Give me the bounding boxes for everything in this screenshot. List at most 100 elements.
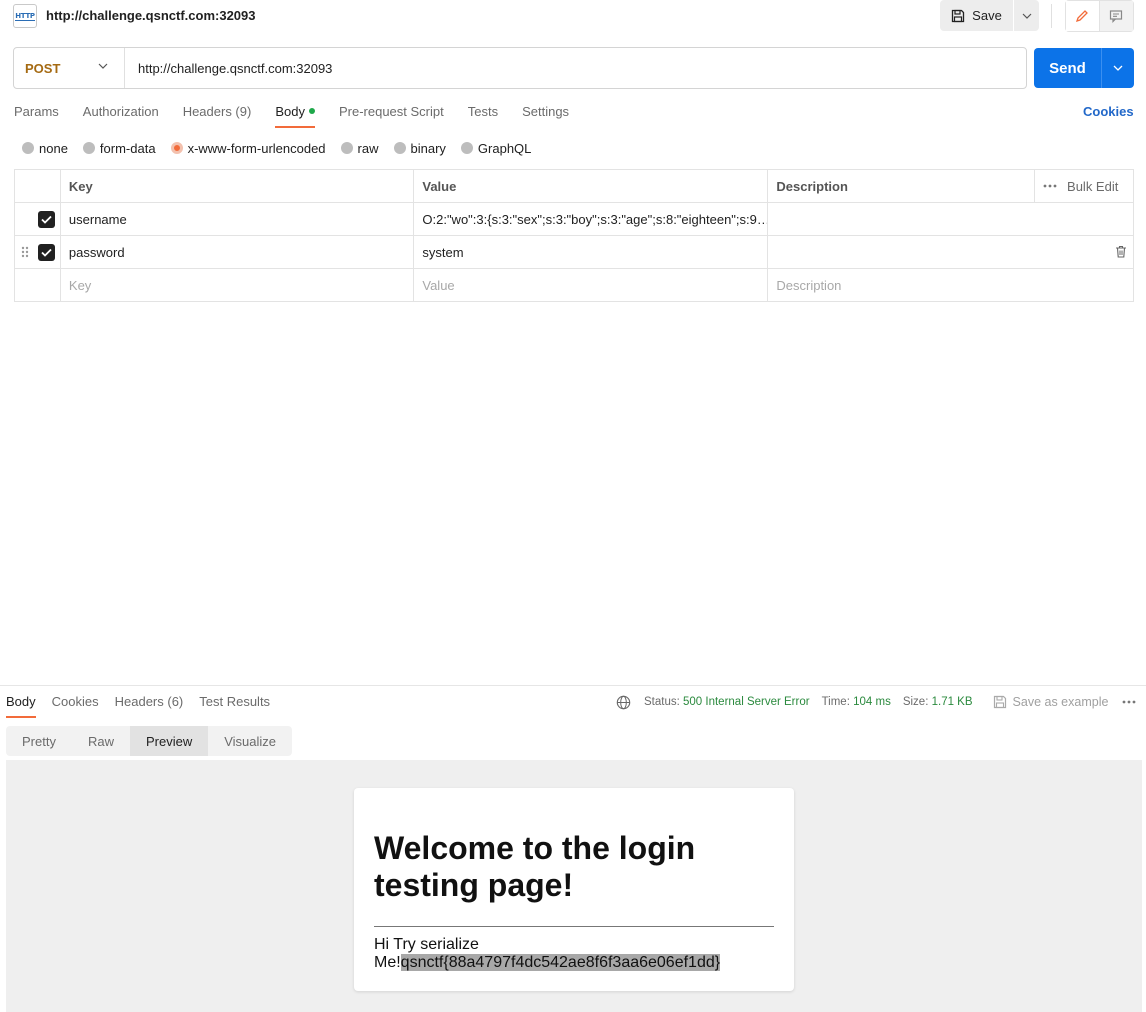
http-icon: HTTP — [13, 4, 37, 28]
tab-prerequest-script[interactable]: Pre-request Script — [339, 104, 444, 128]
response-tab-headers[interactable]: Headers (6) — [115, 694, 184, 718]
body-indicator-dot — [308, 108, 315, 114]
radio-urlencoded[interactable]: x-www-form-urlencoded — [170, 141, 326, 156]
save-as-example-button[interactable]: Save as example — [993, 695, 1109, 709]
radio-label: raw — [357, 140, 379, 156]
status-label: Status: — [644, 696, 680, 708]
description-cell[interactable] — [767, 202, 1134, 236]
radio-label: form-data — [99, 140, 156, 156]
radio-circle — [460, 142, 473, 154]
tab-authorization[interactable]: Authorization — [83, 104, 159, 128]
response-view-tabs: Pretty Raw Preview Visualize — [6, 726, 293, 756]
preview-line-1: Hi Try serialize — [374, 936, 479, 953]
save-label: Save — [972, 8, 1002, 23]
description-cell[interactable] — [767, 235, 1134, 269]
radio-label: GraphQL — [477, 140, 532, 156]
description-input[interactable]: Description — [767, 268, 1134, 302]
checkmark-icon — [41, 248, 52, 257]
send-button[interactable]: Send — [1034, 48, 1101, 88]
comments-button[interactable] — [1099, 1, 1133, 31]
status-value: 500 Internal Server Error — [683, 696, 810, 708]
tab-headers[interactable]: Headers (9) — [183, 104, 252, 128]
key-cell[interactable]: username — [59, 202, 415, 236]
tab-params[interactable]: Params — [14, 104, 59, 128]
chevron-down-icon — [1022, 13, 1031, 19]
radio-label: none — [39, 140, 68, 156]
bulk-edit-button[interactable]: Bulk Edit — [1067, 179, 1118, 194]
value-input[interactable]: Value — [413, 268, 769, 302]
row-checkbox[interactable] — [38, 244, 55, 261]
key-input[interactable]: Key — [59, 268, 415, 302]
floppy-icon — [952, 9, 965, 22]
value-cell[interactable]: system — [413, 235, 769, 269]
radio-circle — [393, 142, 406, 154]
checkmark-icon — [41, 215, 52, 224]
response-tab-body[interactable]: Body — [6, 694, 36, 718]
response-preview: Welcome to the login testing page! Hi Tr… — [6, 760, 1142, 1012]
response-tab-test-results[interactable]: Test Results — [199, 694, 270, 718]
more-options-icon[interactable] — [1122, 700, 1136, 704]
view-tab-preview[interactable]: Preview — [129, 726, 209, 756]
size-info[interactable]: Size: 1.71 KB — [903, 696, 973, 708]
view-tab-raw[interactable]: Raw — [72, 726, 130, 756]
column-header-key: Key — [59, 169, 415, 203]
save-as-example-label: Save as example — [1012, 695, 1109, 709]
radio-circle — [22, 142, 34, 154]
value-cell[interactable]: O:2:"wo":3:{s:3:"sex";s:3:"boy";s:3:"age… — [413, 202, 769, 236]
preview-heading: Welcome to the login testing page! — [374, 830, 696, 903]
flag-text[interactable]: qsnctf{88a4797f4dc542ae8f6f3aa6e06ef1dd} — [400, 954, 721, 971]
save-options-button[interactable] — [1014, 0, 1039, 31]
row-checkbox-cell — [14, 202, 61, 236]
preview-card: Welcome to the login testing page! Hi Tr… — [354, 788, 794, 991]
radio-graphql[interactable]: GraphQL — [460, 140, 532, 156]
radio-form-data[interactable]: form-data — [82, 140, 156, 156]
tab-tests[interactable]: Tests — [468, 104, 498, 128]
view-tab-pretty[interactable]: Pretty — [6, 726, 72, 756]
edit-mode-button[interactable] — [1066, 1, 1100, 31]
globe-icon[interactable] — [616, 695, 631, 710]
column-header-description: Description — [767, 169, 1036, 203]
column-header-value: Value — [413, 169, 769, 203]
more-options-icon[interactable] — [1043, 184, 1057, 188]
drag-handle-icon[interactable] — [21, 246, 29, 258]
time-value: 104 ms — [853, 696, 891, 708]
save-group: Save — [940, 0, 1039, 31]
body-type-radios: none form-data x-www-form-urlencoded raw… — [22, 140, 546, 156]
radio-none[interactable]: none — [22, 141, 68, 156]
row-checkbox[interactable] — [38, 211, 55, 228]
save-button[interactable]: Save — [940, 0, 1014, 31]
send-group: Send — [1034, 48, 1134, 88]
size-label: Size: — [902, 696, 929, 708]
key-cell[interactable]: password — [59, 235, 415, 269]
send-options-button[interactable] — [1101, 48, 1134, 88]
cookies-link[interactable]: Cookies — [1083, 104, 1134, 119]
response-divider[interactable] — [0, 685, 1146, 686]
preview-divider — [374, 926, 774, 927]
preview-text: Hi Try serialize Me!qsnctf{88a4797f4dc54… — [374, 936, 774, 972]
radio-label: binary — [410, 140, 446, 156]
table-header-row: Key Value Description Bulk Edit — [14, 169, 1134, 203]
trash-icon[interactable] — [1115, 245, 1127, 258]
radio-circle — [340, 142, 353, 154]
time-info[interactable]: Time: 104 ms — [822, 696, 891, 708]
tab-body[interactable]: Body — [275, 104, 315, 128]
request-title[interactable]: http://challenge.qsnctf.com:32093 — [46, 8, 256, 23]
method-value: POST — [25, 60, 61, 76]
row-checkbox-cell — [14, 268, 61, 302]
bulk-edit-cell: Bulk Edit — [1034, 169, 1134, 203]
radio-raw[interactable]: raw — [340, 140, 379, 156]
url-input[interactable]: http://challenge.qsnctf.com:32093 — [125, 61, 332, 76]
row-checkbox-cell — [14, 235, 61, 269]
status-info[interactable]: Status: 500 Internal Server Error — [644, 696, 810, 708]
method-select[interactable]: POST — [14, 48, 125, 88]
chevron-down-icon — [1113, 65, 1123, 71]
floppy-icon — [993, 695, 1006, 709]
response-tab-cookies[interactable]: Cookies — [52, 694, 99, 718]
body-params-table: Key Value Description Bulk Edit username… — [14, 169, 1134, 302]
radio-circle-selected — [170, 142, 183, 154]
view-tab-visualize[interactable]: Visualize — [208, 726, 292, 756]
request-header: HTTP http://challenge.qsnctf.com:32093 S… — [0, 0, 1146, 34]
tab-settings[interactable]: Settings — [522, 104, 569, 128]
table-row-empty: Key Value Description — [14, 268, 1134, 302]
radio-binary[interactable]: binary — [393, 140, 446, 156]
